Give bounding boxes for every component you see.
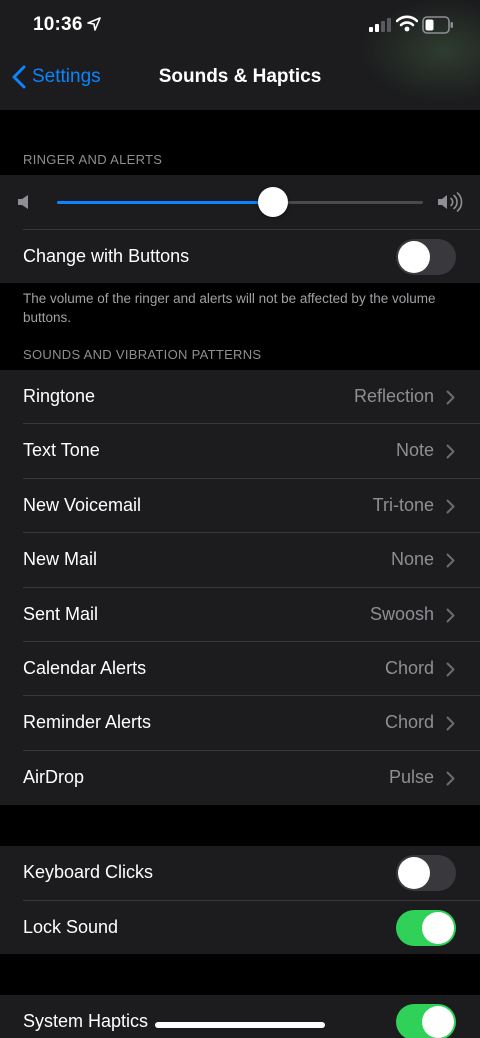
section-header-ringer: RINGER AND ALERTS xyxy=(23,152,163,167)
system-haptics-toggle[interactable] xyxy=(396,1004,456,1038)
speaker-low-icon xyxy=(18,195,28,209)
slider-thumb[interactable] xyxy=(257,187,288,217)
list-item-ringtone[interactable]: Ringtone Reflection xyxy=(0,370,480,424)
page-title: Sounds & Haptics xyxy=(158,66,322,87)
list-item-value: Swoosh xyxy=(369,604,434,624)
list-item-reminder-alerts[interactable]: Reminder Alerts Chord xyxy=(0,696,480,750)
chevron-right-icon xyxy=(446,771,455,786)
toggle-knob xyxy=(398,857,430,889)
volume-slider[interactable] xyxy=(57,175,423,229)
speaker-high-icon xyxy=(438,192,463,212)
list-item-value: Note xyxy=(395,440,434,460)
lock-sound-label: Lock Sound xyxy=(23,917,119,937)
section-header-patterns: SOUNDS AND VIBRATION PATTERNS xyxy=(23,347,262,362)
lock-sound-toggle[interactable] xyxy=(396,910,456,946)
nav-shadow xyxy=(0,102,480,110)
chevron-right-icon xyxy=(446,499,455,514)
ringer-footer-text: The volume of the ringer and alerts will… xyxy=(23,291,436,325)
chevron-right-icon xyxy=(446,444,455,459)
cellular-signal-icon xyxy=(369,18,391,32)
wifi-icon xyxy=(396,15,418,32)
toggle-knob xyxy=(422,912,454,944)
list-item-label: New Mail xyxy=(23,549,98,569)
home-indicator[interactable] xyxy=(155,1022,325,1028)
list-item-value: Pulse xyxy=(388,767,434,787)
chevron-right-icon xyxy=(446,716,455,731)
status-time: 10:36 xyxy=(33,14,83,35)
list-item-value: Chord xyxy=(384,658,434,678)
slider-fill xyxy=(57,201,273,204)
feedback-group: Keyboard Clicks Lock Sound xyxy=(0,846,480,954)
list-item-label: Calendar Alerts xyxy=(23,658,147,678)
lock-sound-row[interactable]: Lock Sound xyxy=(0,901,480,955)
list-item-airdrop[interactable]: AirDrop Pulse xyxy=(0,751,480,805)
list-item-value: Tri-tone xyxy=(372,495,434,515)
change-with-buttons-label: Change with Buttons xyxy=(23,246,190,266)
list-item-value: Chord xyxy=(384,712,434,732)
list-item-sent-mail[interactable]: Sent Mail Swoosh xyxy=(0,588,480,642)
chevron-right-icon xyxy=(446,390,455,405)
list-item-new-voicemail[interactable]: New Voicemail Tri-tone xyxy=(0,479,480,533)
change-with-buttons-row[interactable]: Change with Buttons xyxy=(0,230,480,284)
change-with-buttons-toggle[interactable] xyxy=(396,239,456,275)
list-item-label: Text Tone xyxy=(23,440,100,460)
system-haptics-label: System Haptics xyxy=(23,1011,149,1031)
chevron-right-icon xyxy=(446,608,455,623)
list-item-value: None xyxy=(390,549,434,569)
patterns-group: Ringtone Reflection Text Tone Note New Voice… xyxy=(0,370,480,805)
system-haptics-row[interactable]: System Haptics xyxy=(0,995,480,1038)
list-item-text-tone[interactable]: Text Tone Note xyxy=(0,424,480,478)
list-item-calendar-alerts[interactable]: Calendar Alerts Chord xyxy=(0,642,480,696)
list-item-label: Ringtone xyxy=(23,386,96,406)
ringer-group: Change with Buttons xyxy=(0,175,480,283)
list-item-label: Sent Mail xyxy=(23,604,99,624)
list-item-value: Reflection xyxy=(353,386,434,406)
keyboard-clicks-row[interactable]: Keyboard Clicks xyxy=(0,846,480,900)
haptics-group: System Haptics xyxy=(0,995,480,1038)
location-arrow-icon xyxy=(87,17,101,31)
list-item-label: AirDrop xyxy=(23,767,85,787)
chevron-right-icon xyxy=(446,553,455,568)
list-item-new-mail[interactable]: New Mail None xyxy=(0,533,480,587)
chevron-right-icon xyxy=(446,662,455,677)
keyboard-clicks-label: Keyboard Clicks xyxy=(23,862,154,882)
toggle-knob xyxy=(422,1006,454,1038)
toggle-knob xyxy=(398,241,430,273)
list-item-label: Reminder Alerts xyxy=(23,712,152,732)
list-item-label: New Voicemail xyxy=(23,495,142,515)
keyboard-clicks-toggle[interactable] xyxy=(396,855,456,891)
volume-slider-row xyxy=(0,175,480,229)
battery-icon xyxy=(422,16,453,34)
